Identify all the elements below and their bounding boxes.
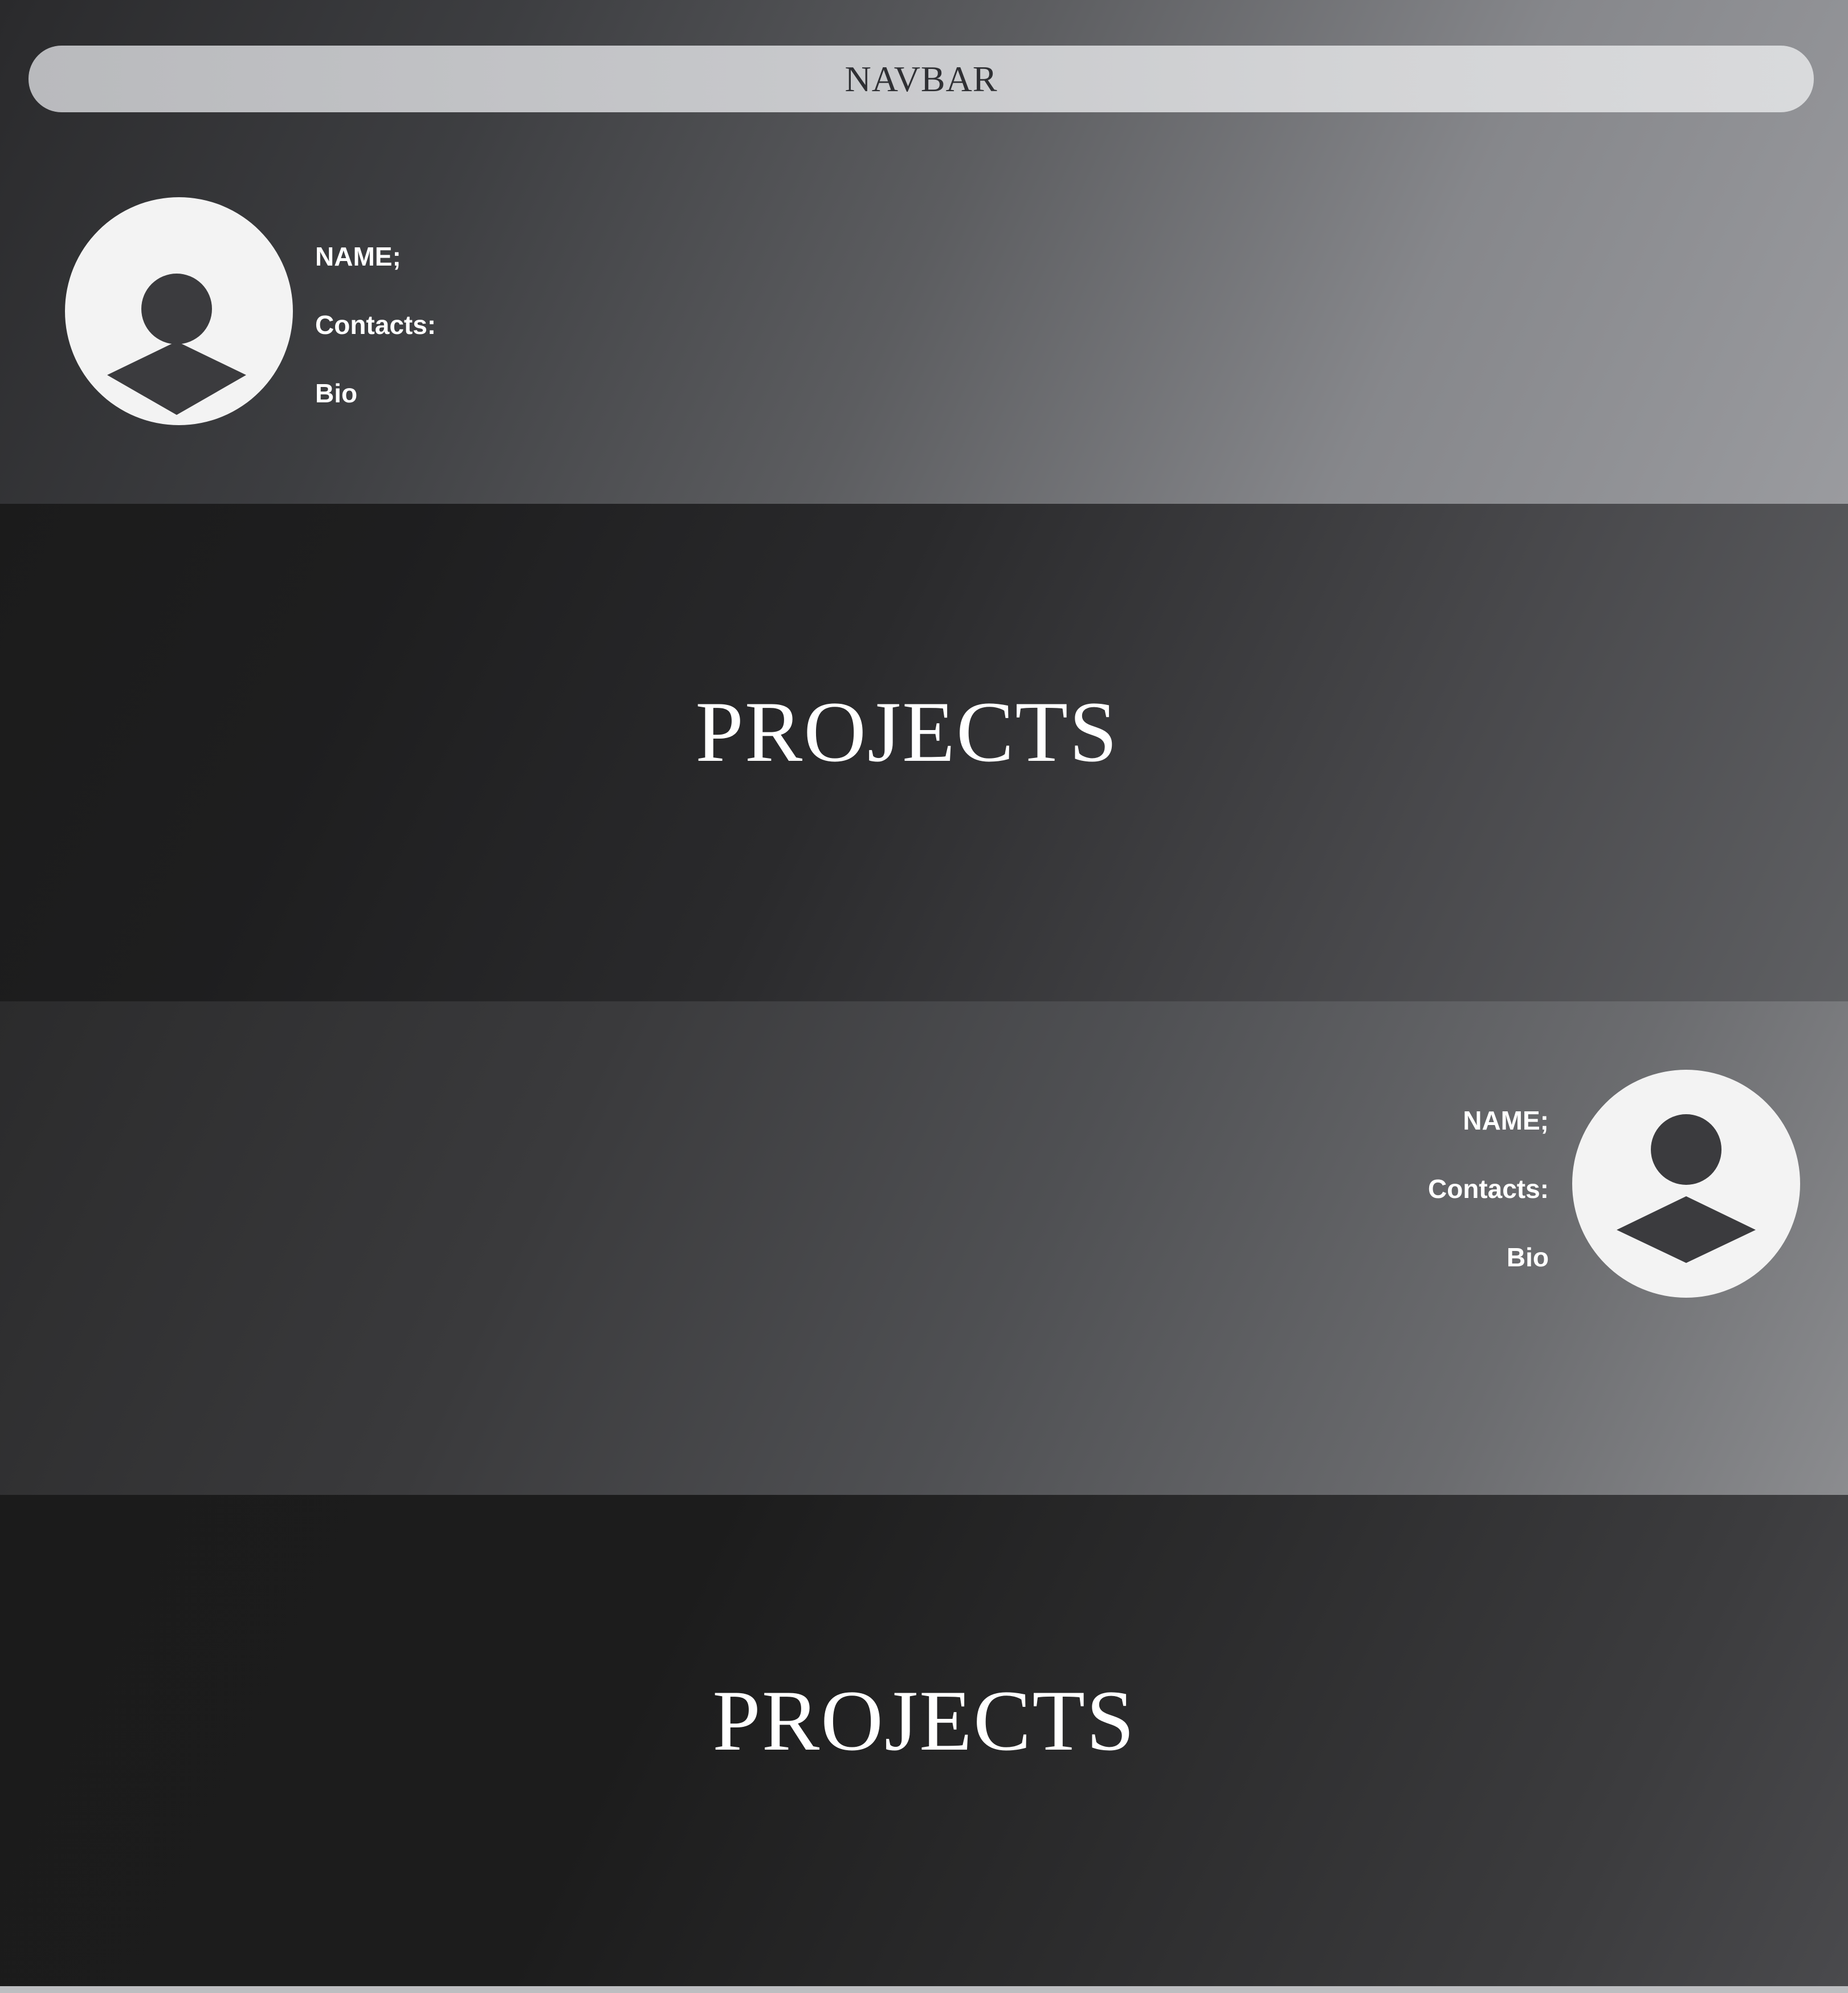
projects-section-2: PROJECTS xyxy=(0,1495,1848,1986)
profile-section-bottom: NAME; Contacts: Bio xyxy=(0,1001,1848,1495)
projects-heading: PROJECTS xyxy=(695,684,1119,780)
projects-section-1: PROJECTS xyxy=(0,504,1848,1001)
navbar[interactable]: NAVBAR xyxy=(28,46,1814,112)
profile-contacts-label[interactable]: Contacts: xyxy=(315,312,436,338)
profile-section-top: NAVBAR NAME; Contacts: Bio xyxy=(0,0,1848,504)
avatar[interactable] xyxy=(1572,1070,1800,1298)
user-avatar-icon xyxy=(107,274,246,415)
page-bottom-strip xyxy=(0,1986,1848,1993)
avatar[interactable] xyxy=(65,197,293,425)
profile-contacts-label[interactable]: Contacts: xyxy=(1428,1176,1549,1202)
profile-name-label: NAME; xyxy=(1463,1106,1549,1135)
projects-heading: PROJECTS xyxy=(712,1673,1136,1768)
user-avatar-icon xyxy=(1617,1114,1756,1263)
profile-name-label: NAME; xyxy=(315,242,401,271)
navbar-label: NAVBAR xyxy=(845,58,998,99)
profile-bio-label: Bio xyxy=(315,378,358,408)
profile-bio-label: Bio xyxy=(1506,1242,1549,1272)
page: NAVBAR NAME; Contacts: Bio PROJECTS NAME… xyxy=(0,0,1848,1993)
